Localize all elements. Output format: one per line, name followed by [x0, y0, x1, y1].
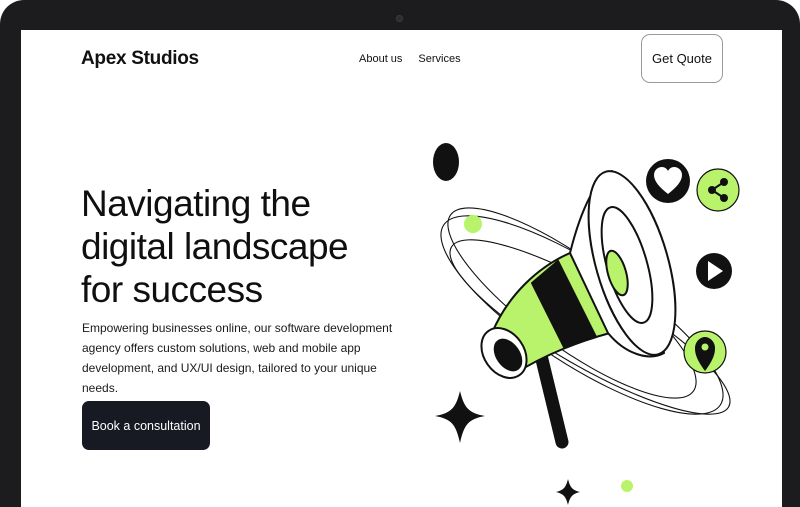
accent-dot-small	[621, 480, 633, 492]
location-pin-icon	[683, 330, 727, 374]
book-consultation-button[interactable]: Book a consultation	[82, 401, 210, 450]
sparkle-small-icon	[556, 479, 580, 505]
hero-description: Empowering businesses online, our softwa…	[82, 321, 393, 395]
laptop-frame: Apex Studios About us Services Get Quote…	[0, 0, 800, 507]
camera-dot	[396, 15, 403, 22]
share-icon	[696, 168, 740, 212]
megaphone-icon	[480, 170, 677, 449]
megaphone-illustration	[433, 143, 740, 505]
top-nav: About us Services	[359, 53, 461, 65]
brand-logo[interactable]: Apex Studios	[81, 48, 199, 70]
accent-dot	[464, 215, 482, 233]
website-screen: Apex Studios About us Services Get Quote…	[21, 30, 782, 507]
sparkle-icon	[435, 391, 485, 443]
heart-icon	[646, 159, 690, 203]
black-dot	[433, 143, 459, 181]
hero-title-line-1: Navigating the	[81, 183, 311, 224]
play-icon	[696, 253, 732, 289]
get-quote-button[interactable]: Get Quote	[641, 34, 723, 83]
hero-title-line-3: for success	[81, 269, 263, 310]
nav-link-services[interactable]: Services	[418, 53, 460, 65]
nav-link-about[interactable]: About us	[359, 53, 402, 65]
hero-title: Navigating the digital landscape for suc…	[81, 182, 401, 311]
hero-title-line-2: digital landscape	[81, 226, 349, 267]
